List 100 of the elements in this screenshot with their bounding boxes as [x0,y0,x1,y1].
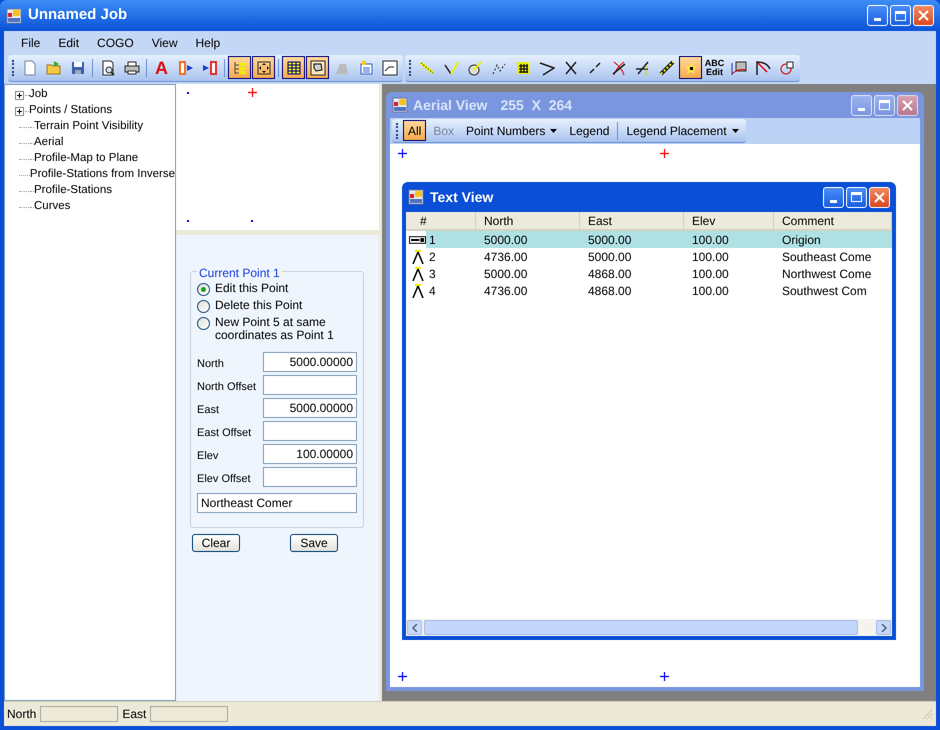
table-cell-text: 2 [428,248,437,266]
caret-icon [550,128,558,132]
table-cell-text: 4868.00 [587,282,632,300]
tree-item[interactable]: Profile-Stations from Inverse [30,166,175,184]
field-label: East Offset [197,426,252,440]
benchmark-icon [409,236,426,244]
dropdown-button[interactable]: Point Numbers [461,120,562,141]
expander-icon[interactable] [15,106,24,116]
expander-icon[interactable] [15,90,24,100]
tripod-icon [412,250,424,264]
curve-cross-icon [610,60,626,76]
input-field[interactable] [263,375,357,395]
maximize-button[interactable] [874,94,895,116]
tree-item[interactable]: Profile-Map to Plane [34,150,138,168]
ruler-icon [658,60,674,76]
resize-grip-icon[interactable] [922,708,933,720]
menu-item[interactable]: View [144,34,184,52]
radio-button[interactable] [197,317,210,330]
horizontal-scrollbar[interactable] [406,619,892,636]
toolbar-button[interactable]: Legend [564,120,614,141]
menu-item[interactable]: Edit [51,34,86,52]
scroll-left-icon [412,624,418,632]
input-field[interactable] [263,421,357,441]
scroll-thumb[interactable] [424,620,858,635]
toolbar-button[interactable] [679,56,702,79]
dropdown-button[interactable]: Legend Placement [621,120,744,141]
close-icon [918,10,929,21]
radio-label: New Point 5 at same coordinates as Point 1 [215,316,335,342]
chevron-lines-icon [538,60,554,76]
point-marker [251,220,253,222]
close-button[interactable] [897,94,918,116]
tree-item[interactable]: Aerial [34,134,64,152]
input-field[interactable]: 5000.00000 [263,398,357,418]
toolbar-button[interactable] [306,56,329,79]
close-icon [874,192,885,202]
table-cell-text: Southwest Com [781,282,868,300]
toolbar-button[interactable] [228,56,251,79]
tree-item[interactable]: Profile-Stations [34,182,112,200]
toolbar-grip[interactable] [12,60,15,76]
status-label: North [7,706,36,723]
minimize-button[interactable] [851,94,872,116]
comment-field[interactable]: Northeast Comer [197,493,357,513]
tree-item[interactable]: Terrain Point Visibility [34,118,144,136]
table-row[interactable]: 2 4736.00 5000.00 100.00 Southeast Come [406,248,892,265]
menu-item[interactable]: Help [188,34,228,52]
table-cell-text: Origion [781,232,822,248]
table-row[interactable]: 3 5000.00 4868.00 100.00 Northwest Come [406,265,892,282]
column-header[interactable]: Comment [774,212,892,229]
caret-icon [732,128,739,132]
menu-item[interactable]: File [14,34,48,52]
table-row[interactable]: 4 4736.00 4868.00 100.00 Southwest Com [406,282,892,299]
toolbar-button[interactable]: All [403,120,426,141]
toolbar-button[interactable] [252,56,275,79]
window-icon [382,60,398,76]
menu-item[interactable]: COGO [90,34,141,52]
window-title: Text View [430,188,494,206]
field-label: Elev [197,448,218,464]
column-header[interactable]: North [476,212,580,229]
close-icon [902,100,913,110]
input-field[interactable] [263,467,357,487]
toolbar-grip[interactable] [396,122,399,138]
table-cell-text: 100.00 [691,232,730,248]
toolbar-button[interactable]: ABC Edit [703,56,726,79]
dashed-line-icon [586,60,602,76]
column-header[interactable]: # [406,212,476,229]
scroll-right-icon [880,624,886,632]
app-icon [408,189,424,205]
column-header[interactable]: Elev [684,212,774,229]
circle-square-icon [778,60,794,76]
circle-line-icon [466,60,482,76]
radio-button[interactable] [197,283,210,296]
point-marker [248,88,257,97]
tree-item[interactable]: Points / Stations [29,102,112,120]
arrow-device-icon [202,60,218,76]
form-button[interactable]: Clear [192,534,240,552]
view-size: 255 X 264 [500,96,574,114]
table-cell-text: 100.00 [691,282,730,300]
toolbar-button[interactable] [282,56,305,79]
table-cell-text: 5000.00 [587,248,632,266]
point-marker [398,672,407,681]
table-cell-text: 100.00 [691,266,730,282]
radio-button[interactable] [197,300,210,313]
dotted-line-icon [418,60,434,76]
form-button[interactable]: Save [290,534,338,552]
tree-item[interactable]: Job [29,86,48,104]
table-cell-text: 5000.00 [483,232,528,248]
input-field[interactable]: 100.00000 [263,444,357,464]
point-marker [187,92,189,94]
table-cell-text: Southeast Come [781,248,872,266]
input-field[interactable]: 5000.00000 [263,352,357,372]
table-cell-text: 100.00 [691,248,730,266]
page-icon [22,60,38,76]
table-cell-text: 5000.00 [483,266,528,282]
angle-icon [442,60,458,76]
column-header[interactable]: East [580,212,684,229]
point-marker [660,149,669,158]
status-label: East [122,706,146,723]
tree-item[interactable]: Curves [34,198,70,216]
table-cell-text: Northwest Come [781,266,872,282]
toolbar-grip[interactable] [409,60,412,76]
